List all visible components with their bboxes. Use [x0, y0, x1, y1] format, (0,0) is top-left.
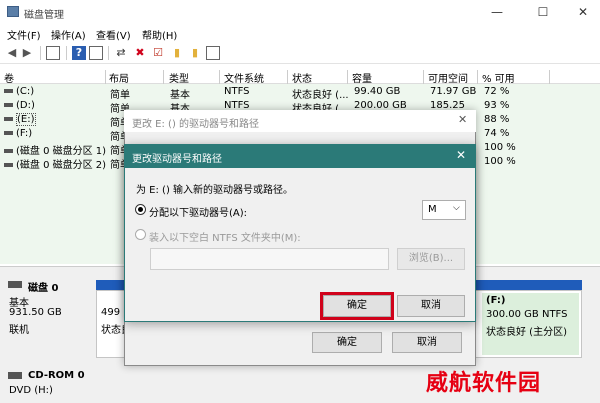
disk-size: 931.50 GB	[9, 307, 62, 318]
cdrom-drive: DVD (H:)	[9, 385, 53, 396]
outer-ok-button[interactable]: 确定	[312, 332, 382, 353]
drive-letter-value: M	[428, 204, 437, 215]
drive-icon	[4, 103, 13, 107]
minimize-button[interactable]: —	[482, 3, 512, 21]
menu-action[interactable]: 操作(A)	[51, 27, 86, 42]
volume-fs: NTFS	[224, 86, 250, 97]
volume-name: (F:)	[4, 128, 32, 139]
column-type[interactable]: 类型	[167, 70, 220, 85]
column-layout[interactable]: 布局	[107, 70, 164, 85]
volume-name: (E:)	[4, 113, 36, 126]
close-button[interactable]: ✕	[568, 3, 598, 21]
ok-button[interactable]: 确定	[323, 295, 391, 317]
maximize-button[interactable]: ☐	[528, 3, 558, 21]
column-percent-free[interactable]: % 可用	[480, 70, 550, 85]
cdrom-name: CD-ROM 0	[28, 370, 85, 381]
column-status[interactable]: 状态	[290, 70, 348, 85]
table-row[interactable]: (C:) 简单 基本 NTFS 状态良好 (... 99.40 GB 71.97…	[0, 85, 600, 101]
drive-icon	[4, 131, 13, 135]
partition-f-status: 状态良好 (主分区)	[486, 327, 567, 338]
partition-f-size: 300.00 GB NTFS	[486, 309, 568, 320]
volume-percent: 74 %	[484, 128, 510, 139]
radio-assign-letter-label[interactable]: 分配以下驱动器号(A):	[149, 204, 247, 219]
outer-dialog-title: 更改 E: () 的驱动器号和路径	[132, 119, 260, 130]
partition-size: 499	[101, 307, 121, 318]
volume-percent: 88 %	[484, 114, 510, 125]
window-title: 磁盘管理	[24, 10, 64, 21]
folder-path-input[interactable]	[150, 248, 389, 270]
cdrom-label[interactable]: CD-ROM 0 DVD (H:)	[0, 364, 92, 403]
connect-icon[interactable]: ⇄	[114, 46, 128, 60]
volume-free: 71.97 GB	[430, 86, 477, 97]
outer-dialog-close-icon[interactable]: ✕	[458, 113, 467, 126]
volume-capacity: 99.40 GB	[354, 86, 401, 97]
menu-bar	[0, 24, 600, 42]
volume-percent: 72 %	[484, 86, 510, 97]
drive-icon	[4, 149, 13, 153]
menu-help[interactable]: 帮助(H)	[142, 27, 177, 42]
properties-icon[interactable]	[89, 46, 103, 60]
outer-cancel-button[interactable]: 取消	[392, 332, 462, 353]
help-icon[interactable]: ?	[72, 46, 86, 60]
browse-button[interactable]: 浏览(B)...	[397, 248, 465, 270]
chevron-down-icon: ⌵	[453, 203, 460, 213]
column-free-space[interactable]: 可用空间	[426, 70, 478, 85]
console-tree-icon[interactable]	[46, 46, 60, 60]
delete-icon[interactable]: ✖	[133, 46, 147, 60]
dialog-title: 更改驱动器号和路径	[132, 154, 222, 165]
drive-icon	[4, 117, 13, 121]
column-volume[interactable]: 卷	[2, 70, 106, 85]
radio-mount-folder[interactable]	[135, 229, 146, 240]
drive-icon	[4, 163, 13, 167]
cdrom-icon	[8, 372, 22, 379]
disk-name: 磁盘 0	[28, 283, 59, 294]
disk-icon	[8, 281, 22, 288]
column-filesystem[interactable]: 文件系统	[222, 70, 288, 85]
watermark: 威航软件园	[426, 371, 542, 396]
disk-management-icon	[7, 6, 19, 17]
back-icon[interactable]: ◀	[5, 46, 19, 60]
volume-percent: 100 %	[484, 156, 516, 167]
dialog-prompt: 为 E: () 输入新的驱动器号或路径。	[136, 185, 294, 196]
volume-percent: 93 %	[484, 100, 510, 111]
volume-name: (C:)	[4, 86, 34, 97]
cancel-button[interactable]: 取消	[397, 295, 465, 317]
column-capacity[interactable]: 容量	[350, 70, 424, 85]
toolbar-separator	[40, 46, 41, 60]
toolbar-separator	[108, 46, 109, 60]
disk-0-label[interactable]: 磁盘 0 基本 931.50 GB 联机	[0, 275, 92, 357]
partition-f-name: (F:)	[486, 295, 506, 306]
volume-percent: 100 %	[484, 142, 516, 153]
folder-icon[interactable]: ▮	[170, 46, 184, 60]
toolbar-separator	[66, 46, 67, 60]
volume-name: (磁盘 0 磁盘分区 2)	[4, 156, 106, 171]
search-folder-icon[interactable]: ▮	[188, 46, 202, 60]
disk-state: 联机	[9, 325, 29, 336]
drive-letter-select[interactable]: M ⌵	[422, 200, 466, 220]
radio-mount-folder-label[interactable]: 装入以下空白 NTFS 文件夹中(M):	[149, 229, 301, 244]
forward-icon[interactable]: ▶	[20, 46, 34, 60]
menu-file[interactable]: 文件(F)	[7, 27, 41, 42]
list-view-icon[interactable]	[206, 46, 220, 60]
drive-icon	[4, 89, 13, 93]
volume-name: (D:)	[4, 100, 35, 111]
check-icon[interactable]: ☑	[151, 46, 165, 60]
menu-view[interactable]: 查看(V)	[96, 27, 131, 42]
radio-assign-letter[interactable]	[135, 204, 146, 215]
dialog-close-icon[interactable]: ✕	[456, 148, 466, 162]
